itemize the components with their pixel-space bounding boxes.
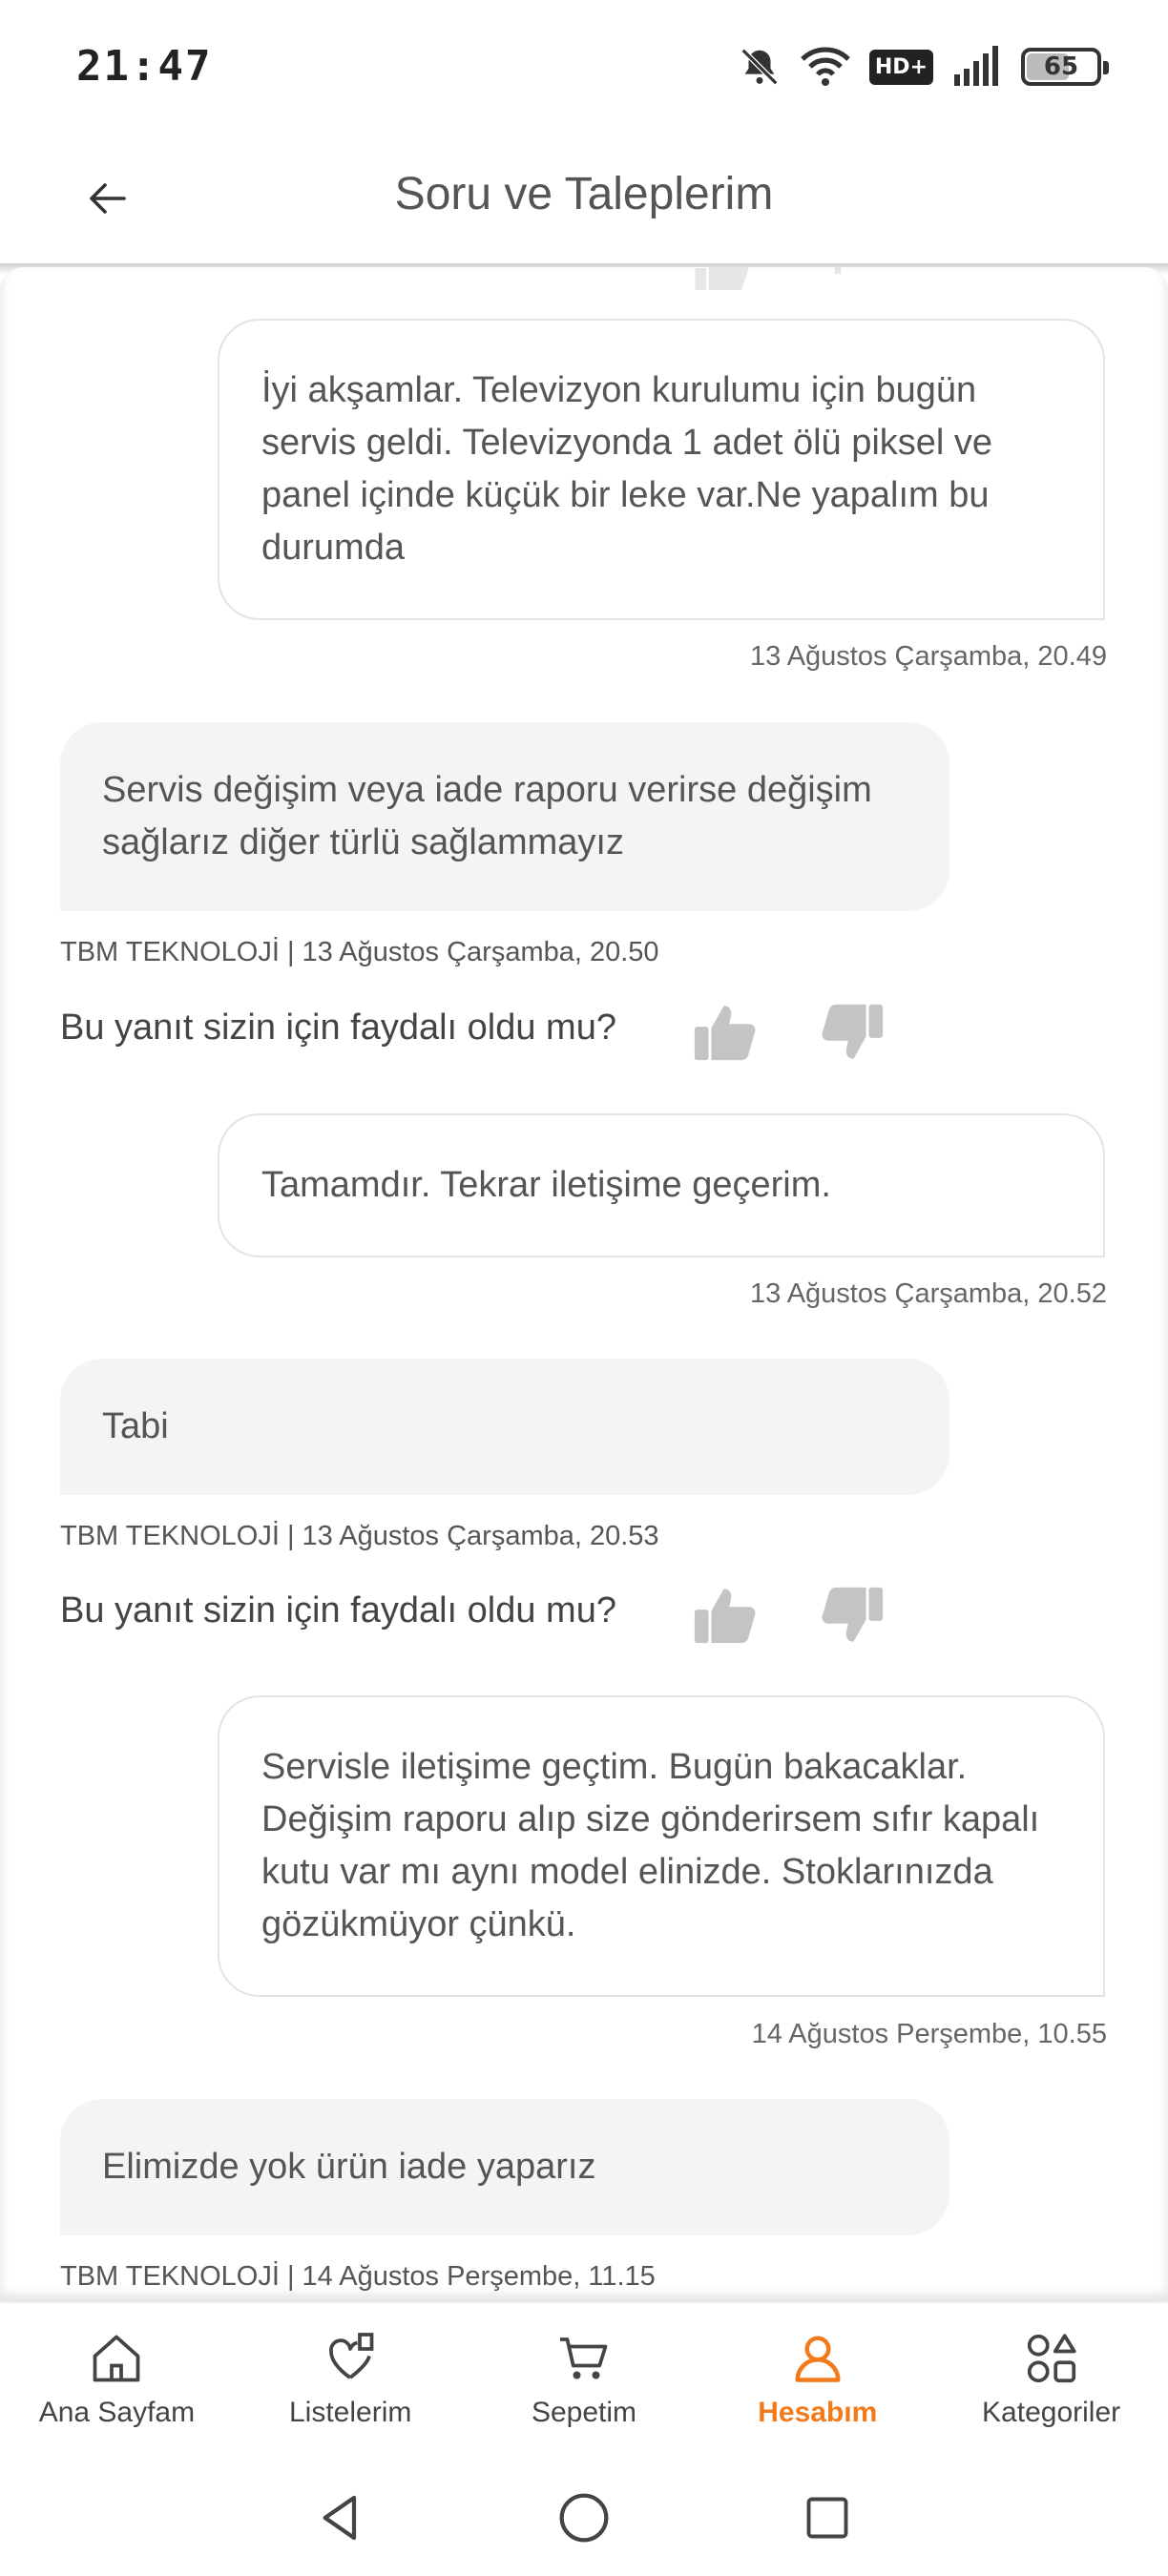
signal-icon (954, 46, 998, 86)
system-recents-button[interactable] (794, 2484, 861, 2551)
message-text: Servis değişim veya iade raporu verirse … (102, 770, 872, 862)
home-icon (94, 2335, 140, 2382)
nav-cart[interactable]: Sepetim (468, 2303, 701, 2465)
seller-meta: TBM TEKNOLOJİ | 13 Ağustos Çarşamba, 20.… (60, 1521, 659, 1551)
message-text: İyi akşamlar. Televizyon kurulumu için b… (261, 370, 993, 568)
feedback-row: Bu yanıt sizin için faydalı oldu mu? (60, 994, 900, 1070)
thumb-down-icon (822, 1004, 884, 1059)
battery-level: 65 (1043, 52, 1079, 81)
seller-meta: TBM TEKNOLOJİ | 14 Ağustos Perşembe, 11.… (60, 2261, 656, 2292)
nav-categories[interactable]: Kategoriler (934, 2303, 1168, 2465)
bell-muted-icon (740, 48, 779, 86)
app-header: Soru ve Taleplerim (0, 134, 1168, 267)
bottom-navigation: Ana Sayfam Listelerim Sepetim Hesabım Ka… (0, 2301, 1168, 2465)
nav-account[interactable]: Hesabım (700, 2303, 934, 2465)
user-message-bubble: Servisle iletişime geçtim. Bugün bakacak… (218, 1695, 1105, 1997)
wifi-icon (801, 47, 850, 86)
heart-list-icon (329, 2333, 374, 2379)
thumbs-down-button[interactable] (814, 994, 890, 1070)
user-message-bubble: İyi akşamlar. Televizyon kurulumu için b… (218, 319, 1105, 620)
status-icons: HD+ 65 (738, 42, 1109, 92)
categories-icon (1027, 2334, 1076, 2383)
message-timestamp: 14 Ağustos Perşembe, 10.55 (751, 2019, 1107, 2049)
thumb-down-icon (822, 1587, 884, 1642)
nav-label: Hesabım (758, 2397, 878, 2428)
thumb-up-icon (694, 1589, 756, 1644)
system-navigation-bar (0, 2463, 1168, 2576)
square-recents-icon (806, 2497, 848, 2539)
feedback-question: Bu yanıt sizin için faydalı oldu mu? (60, 1590, 616, 1631)
battery-indicator: 65 (1021, 48, 1109, 86)
feedback-question: Bu yanıt sizin için faydalı oldu mu? (60, 1008, 616, 1048)
user-message-bubble: Tamamdır. Tekrar iletişime geçerim. (218, 1113, 1105, 1257)
thumb-down-icon (834, 267, 842, 275)
message-timestamp: 13 Ağustos Çarşamba, 20.52 (749, 1278, 1107, 1309)
message-timestamp: 13 Ağustos Çarşamba, 20.49 (749, 641, 1107, 672)
nav-lists[interactable]: Listelerim (234, 2303, 468, 2465)
message-text: Servisle iletişime geçtim. Bugün bakacak… (261, 1747, 1040, 1944)
thumbs-down-button[interactable] (814, 1577, 890, 1653)
thumbs-up-button[interactable] (687, 994, 763, 1070)
cart-icon (559, 2337, 608, 2379)
system-back-button[interactable] (307, 2484, 374, 2551)
thumbs-up-button[interactable] (687, 1577, 763, 1653)
page-title: Soru ve Taleplerim (394, 169, 774, 219)
message-text: Elimizde yok ürün iade yaparız (102, 2147, 596, 2187)
circle-home-icon (559, 2493, 609, 2543)
seller-message-bubble: Tabi (60, 1359, 949, 1495)
message-text: Tabi (102, 1406, 169, 1446)
thumb-up-icon (695, 267, 749, 290)
feedback-row: Bu yanıt sizin için faydalı oldu mu? (60, 1577, 900, 1653)
status-bar: 21:47 HD+ 65 (0, 0, 1168, 134)
thumb-up-icon (694, 1006, 756, 1061)
user-icon (795, 2336, 841, 2382)
message-text: Tamamdır. Tekrar iletişime geçerim. (261, 1165, 831, 1205)
nav-label: Listelerim (289, 2397, 412, 2428)
seller-meta: TBM TEKNOLOJİ | 13 Ağustos Çarşamba, 20.… (60, 937, 659, 967)
message-thread[interactable]: İyi akşamlar. Televizyon kurulumu için b… (0, 267, 1168, 2301)
nav-label: Sepetim (531, 2397, 637, 2428)
nav-home[interactable]: Ana Sayfam (0, 2303, 234, 2465)
hd-badge: HD+ (868, 49, 933, 85)
system-home-button[interactable] (551, 2484, 617, 2551)
status-time: 21:47 (76, 42, 213, 91)
triangle-back-icon (323, 2495, 357, 2541)
seller-message-bubble: Servis değişim veya iade raporu verirse … (60, 722, 949, 911)
nav-label: Ana Sayfam (38, 2397, 196, 2428)
seller-message-bubble: Elimizde yok ürün iade yaparız (60, 2099, 949, 2235)
nav-label: Kategoriler (982, 2397, 1121, 2428)
